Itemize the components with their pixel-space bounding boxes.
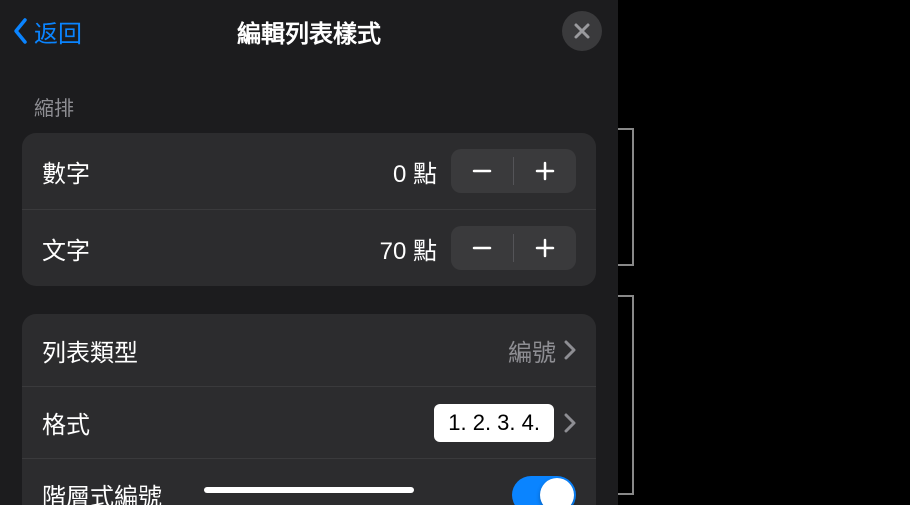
indent-text-label: 文字 <box>42 231 380 266</box>
indent-number-increase[interactable] <box>514 149 576 193</box>
indent-text-value: 70 點 <box>380 231 437 266</box>
close-icon <box>573 22 591 40</box>
list-type-label: 列表類型 <box>42 333 508 368</box>
header: 返回 編輯列表樣式 <box>0 0 618 62</box>
indent-text-stepper <box>451 226 576 270</box>
hierarchical-numbering-row: 階層式編號 <box>22 458 596 505</box>
list-type-row[interactable]: 列表類型 編號 <box>22 314 596 386</box>
home-indicator <box>204 487 414 493</box>
back-chevron-icon <box>12 17 30 45</box>
settings-panel: 返回 編輯列表樣式 縮排 數字 0 點 文字 70 點 <box>0 0 618 505</box>
indent-text-increase[interactable] <box>514 226 576 270</box>
list-format-row[interactable]: 格式 1. 2. 3. 4. <box>22 386 596 458</box>
indent-number-row: 數字 0 點 <box>22 133 596 209</box>
list-format-label: 格式 <box>42 405 434 440</box>
annotation-bracket-1 <box>618 128 634 266</box>
annotation-area <box>618 0 910 505</box>
minus-icon <box>471 237 493 259</box>
list-type-value: 編號 <box>508 333 556 368</box>
chevron-right-icon <box>564 413 576 433</box>
indent-number-decrease[interactable] <box>451 149 513 193</box>
back-label: 返回 <box>34 14 82 49</box>
page-title: 編輯列表樣式 <box>237 14 381 49</box>
indent-number-label: 數字 <box>42 154 393 189</box>
close-button[interactable] <box>562 11 602 51</box>
indent-number-stepper <box>451 149 576 193</box>
plus-icon <box>534 160 556 182</box>
back-button[interactable]: 返回 <box>12 14 82 49</box>
indent-section-header: 縮排 <box>0 62 618 133</box>
indent-number-value: 0 點 <box>393 154 437 189</box>
indent-text-row: 文字 70 點 <box>22 209 596 286</box>
list-group: 列表類型 編號 格式 1. 2. 3. 4. 階層式編號 <box>22 314 596 505</box>
list-format-value: 1. 2. 3. 4. <box>434 404 554 442</box>
indent-group: 數字 0 點 文字 70 點 <box>22 133 596 286</box>
indent-text-decrease[interactable] <box>451 226 513 270</box>
hierarchical-toggle[interactable] <box>512 476 576 505</box>
minus-icon <box>471 160 493 182</box>
plus-icon <box>534 237 556 259</box>
annotation-bracket-2 <box>618 295 634 495</box>
toggle-knob <box>540 478 574 505</box>
chevron-right-icon <box>564 340 576 360</box>
